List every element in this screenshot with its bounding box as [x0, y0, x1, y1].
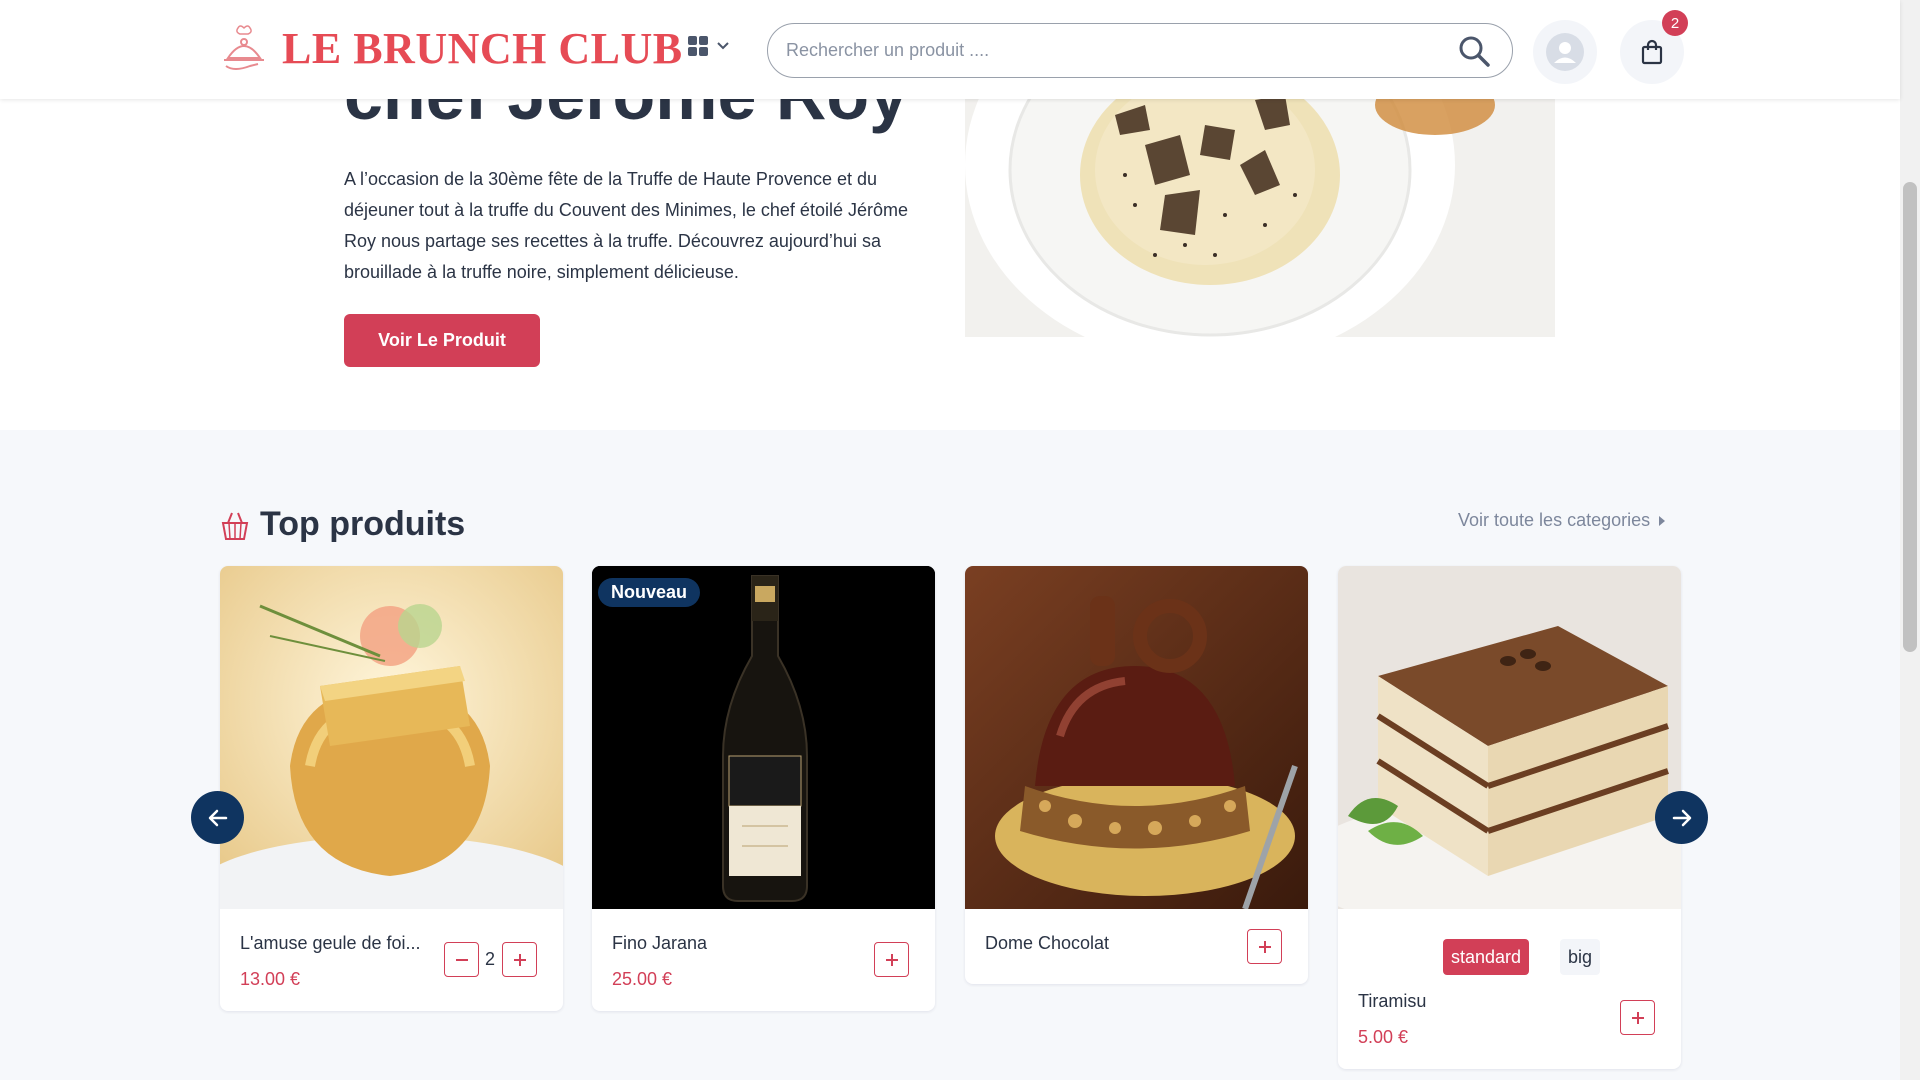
page-scrollbar-thumb[interactable] — [1903, 182, 1917, 652]
carousel-next-button[interactable] — [1655, 791, 1708, 844]
add-to-cart-button[interactable] — [874, 942, 909, 977]
minus-icon — [455, 958, 468, 961]
increase-quantity-button[interactable] — [502, 942, 537, 977]
size-option-big[interactable]: big — [1560, 939, 1601, 975]
product-name[interactable]: L'amuse geule de foi... — [240, 933, 421, 954]
plus-icon — [885, 953, 898, 966]
site-header: LE BRUNCH CLUB 2 — [0, 0, 1900, 99]
add-to-cart-button[interactable] — [1247, 929, 1282, 964]
size-option-standard[interactable]: standard — [1443, 939, 1530, 975]
basket-icon — [221, 512, 249, 540]
product-image-foie-gras — [220, 566, 563, 909]
product-image-tiramisu — [1338, 566, 1681, 909]
section-title: Top produits — [260, 505, 466, 543]
add-to-cart-button[interactable] — [1620, 1000, 1655, 1035]
category-menu-button[interactable] — [688, 36, 730, 56]
product-image-fino-jarana: Nouveau — [592, 566, 935, 909]
brand-logo[interactable]: LE BRUNCH CLUB — [220, 20, 683, 76]
logo-text: LE BRUNCH CLUB — [282, 23, 683, 73]
product-card[interactable]: Dome Chocolat — [965, 566, 1308, 984]
see-all-categories-link[interactable]: Voir toute les categories — [1458, 510, 1666, 531]
chevron-down-icon — [717, 42, 729, 50]
cart-button[interactable]: 2 — [1620, 10, 1688, 84]
search-input[interactable] — [786, 40, 1454, 61]
hero-description: A l’occasion de la 30ème fête de la Truf… — [344, 169, 908, 282]
new-badge: Nouveau — [598, 578, 701, 607]
quantity-value: 2 — [485, 949, 496, 969]
arrow-left-icon — [208, 809, 227, 826]
product-name[interactable]: Fino Jarana — [612, 933, 707, 954]
plus-icon — [1258, 940, 1271, 953]
product-name[interactable]: Tiramisu — [1358, 991, 1426, 1012]
decrease-quantity-button[interactable] — [444, 942, 479, 977]
product-card[interactable]: standard big Tiramisu 5.00 € — [1338, 566, 1681, 1069]
caret-right-icon — [1659, 515, 1666, 526]
product-price: 25.00 € — [612, 969, 673, 989]
product-name[interactable]: Dome Chocolat — [985, 933, 1109, 954]
cart-count-badge: 2 — [1662, 10, 1688, 36]
plus-icon — [513, 953, 526, 966]
search-icon — [1459, 36, 1490, 67]
plus-icon — [1631, 1011, 1644, 1024]
see-all-label: Voir toute les categories — [1458, 510, 1651, 530]
search-bar — [767, 23, 1513, 78]
product-price: 13.00 € — [240, 969, 301, 989]
account-button[interactable] — [1533, 20, 1597, 84]
search-button[interactable] — [1454, 31, 1494, 71]
product-price: 5.00 € — [1358, 1027, 1409, 1047]
grid-icon — [688, 36, 708, 56]
chef-cloche-icon — [224, 25, 264, 70]
view-product-button[interactable]: Voir Le Produit — [344, 314, 540, 367]
shopping-bag-icon — [1641, 39, 1663, 65]
product-card[interactable]: L'amuse geule de foi... 13.00 € 2 — [220, 566, 563, 1011]
product-card[interactable]: Nouveau Fino Jarana 25.00 € — [592, 566, 935, 1011]
hero-image-truffle-scramble — [965, 95, 1555, 337]
carousel-prev-button[interactable] — [191, 791, 244, 844]
section-header: Top produits — [220, 505, 465, 544]
user-icon — [1546, 33, 1584, 71]
arrow-right-icon — [1672, 809, 1691, 826]
product-image-dome-chocolat — [965, 566, 1308, 909]
